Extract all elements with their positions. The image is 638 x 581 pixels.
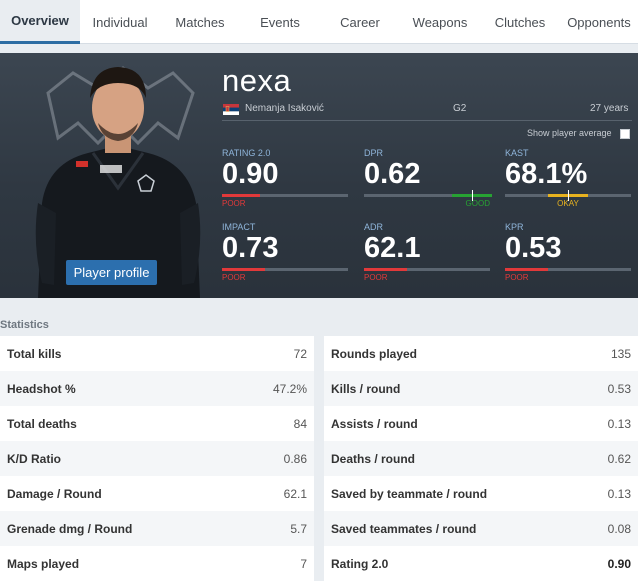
stat-row: Headshot % 47.2% (0, 371, 314, 406)
stat-impact: IMPACT 0.73 POOR (222, 222, 348, 283)
stat-bar-tick (472, 190, 473, 201)
stat-bar (364, 190, 492, 201)
tab-matches[interactable]: Matches (160, 0, 240, 44)
stat-grade: POOR (505, 273, 529, 282)
stat-row-label: Rounds played (331, 346, 418, 361)
stat-value: 0.73 (222, 232, 279, 264)
stat-bar-tick (568, 190, 569, 201)
stat-bar-fill (222, 268, 265, 271)
stat-kast: KAST 68.1% OKAY (505, 148, 631, 209)
player-team[interactable]: G2 (453, 103, 466, 114)
tab-career[interactable]: Career (320, 0, 400, 44)
stat-row: Assists / round 0.13 (324, 406, 638, 441)
stat-row-label: Assists / round (331, 416, 418, 431)
show-average-checkbox[interactable] (620, 129, 630, 139)
stat-row: Rounds played 135 (324, 336, 638, 371)
player-summary-card: Player profile nexa Nemanja Isaković G2 … (0, 53, 638, 298)
stat-rating: RATING 2.0 0.90 POOR (222, 148, 348, 209)
stat-bar (222, 194, 348, 197)
stat-row: Damage / Round 62.1 (0, 476, 314, 511)
stat-bar-fill (222, 194, 260, 197)
statistics-right-column: Rounds played 135 Kills / round 0.53 Assis… (324, 336, 638, 581)
divider (222, 120, 632, 121)
stat-grade: POOR (222, 199, 246, 208)
stat-row-label: Grenade dmg / Round (7, 521, 133, 536)
stat-bar (222, 268, 348, 271)
stat-bar (505, 190, 631, 201)
stat-row-value: 0.53 (607, 381, 631, 396)
tab-weapons[interactable]: Weapons (400, 0, 480, 44)
tab-events[interactable]: Events (240, 0, 320, 44)
stat-grade: POOR (364, 273, 388, 282)
stat-dpr: DPR 0.62 GOOD (364, 148, 492, 209)
stat-value: 0.62 (364, 158, 421, 190)
tab-overview[interactable]: Overview (0, 0, 80, 44)
stat-row-value: 0.13 (607, 486, 631, 501)
serbia-flag-icon (223, 104, 239, 115)
stat-row-label: Headshot % (7, 381, 76, 396)
stat-row-value: 135 (610, 346, 631, 361)
stat-value: 68.1% (505, 158, 588, 190)
tab-clutches[interactable]: Clutches (480, 0, 560, 44)
stat-row: K/D Ratio 0.86 (0, 441, 314, 476)
player-profile-button[interactable]: Player profile (66, 260, 157, 285)
stat-row-value: 0.13 (607, 416, 631, 431)
stat-row: Total kills 72 (0, 336, 314, 371)
stat-row: Maps played 7 (0, 546, 314, 581)
stat-row: Saved by teammate / round 0.13 (324, 476, 638, 511)
stat-row: Kills / round 0.53 (324, 371, 638, 406)
stat-row-value: 84 (293, 416, 307, 431)
stat-row: Saved teammates / round 0.08 (324, 511, 638, 546)
tab-opponents[interactable]: Opponents (560, 0, 638, 44)
stat-bar (364, 268, 490, 271)
stat-row: Total deaths 84 (0, 406, 314, 441)
stat-row-label: Saved by teammate / round (331, 486, 488, 501)
stat-row-label: Damage / Round (7, 486, 102, 501)
player-real-name: Nemanja Isaković (245, 103, 324, 114)
stat-row: Deaths / round 0.62 (324, 441, 638, 476)
stat-grade: POOR (222, 273, 246, 282)
stat-row-label: Rating 2.0 (331, 556, 389, 571)
stat-row-label: Total kills (7, 346, 62, 361)
stat-bar-fill (505, 268, 548, 271)
stat-bar (505, 268, 631, 271)
stat-row: Grenade dmg / Round 5.7 (0, 511, 314, 546)
stat-row-label: K/D Ratio (7, 451, 61, 466)
stat-value: 0.90 (222, 158, 279, 190)
stat-row-value: 47.2% (272, 381, 307, 396)
stat-row-label: Maps played (7, 556, 80, 571)
statistics-title: Statistics (0, 319, 49, 331)
stat-row-value: 5.7 (290, 521, 307, 536)
stat-row-label: Kills / round (331, 381, 401, 396)
stat-value: 0.53 (505, 232, 562, 264)
stat-row-value: 0.86 (283, 451, 307, 466)
stat-kpr: KPR 0.53 POOR (505, 222, 631, 283)
tab-individual[interactable]: Individual (80, 0, 160, 44)
stat-row-value: 72 (293, 346, 307, 361)
stat-row-value: 0.90 (607, 556, 631, 571)
stat-value: 62.1 (364, 232, 421, 264)
stat-row-value: 7 (300, 556, 307, 571)
stat-row-label: Total deaths (7, 416, 77, 431)
stat-adr: ADR 62.1 POOR (364, 222, 490, 283)
stat-row-value: 62.1 (283, 486, 307, 501)
stat-row-label: Deaths / round (331, 451, 416, 466)
stat-row: Rating 2.0 0.90 (324, 546, 638, 581)
stat-row-label: Saved teammates / round (331, 521, 477, 536)
player-nickname: nexa (222, 63, 292, 98)
player-age: 27 years (590, 103, 629, 114)
stat-row-value: 0.08 (607, 521, 631, 536)
show-average-label: Show player average (527, 128, 612, 138)
stat-bar-fill (364, 268, 407, 271)
player-tabs: Overview Individual Matches Events Caree… (0, 0, 638, 44)
stat-row-value: 0.62 (607, 451, 631, 466)
statistics-left-column: Total kills 72 Headshot % 47.2% Total deat… (0, 336, 314, 581)
